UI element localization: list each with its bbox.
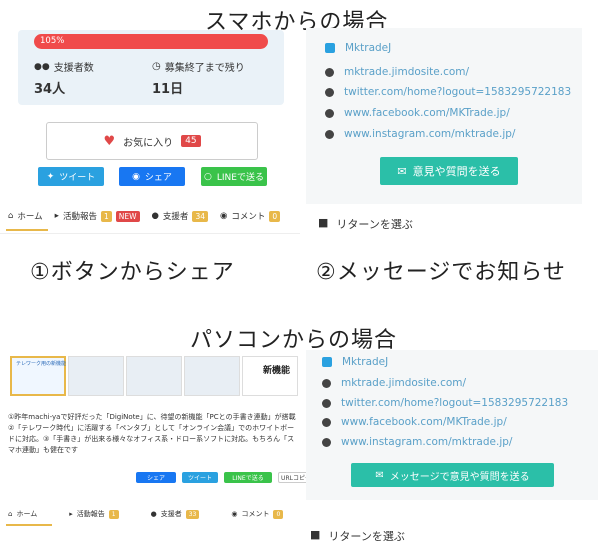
comment-icon: ◉	[231, 510, 238, 518]
pc-facebook-share-button[interactable]: シェア	[136, 472, 176, 483]
comment-icon: ◉	[219, 211, 228, 221]
pc-tab-comments[interactable]: ◉ コメント 0	[231, 509, 284, 519]
thumbnail-2[interactable]	[68, 356, 124, 396]
pc-instagram-link[interactable]: www.instagram.com/mktrade.jp/	[322, 436, 512, 448]
twitter-icon	[325, 43, 335, 53]
facebook-link[interactable]: www.facebook.com/MKTrade.jp/	[325, 107, 510, 119]
twitter-link-row[interactable]: MktradeJ	[325, 42, 391, 54]
days-value: 11日	[152, 82, 184, 97]
thumbnail-3[interactable]	[126, 356, 182, 396]
pc-facebook-link[interactable]: www.facebook.com/MKTrade.jp/	[322, 416, 507, 428]
twitter-url-link[interactable]: twitter.com/home?logout=1583295722183	[325, 86, 571, 98]
pc-line-share-button[interactable]: LINEで送る	[224, 472, 272, 483]
line-share-button[interactable]: ○ LINEで送る	[201, 167, 267, 186]
tweet-label: ツイート	[59, 173, 96, 183]
megaphone-icon: ▸	[69, 510, 73, 518]
progress-label: 105%	[40, 36, 65, 46]
pc-tweet-button[interactable]: ツイート	[182, 472, 218, 483]
pc-description: ①昨年machi-yaで好評だった「DigiNote」に、待望の新機能「PCとの…	[8, 413, 303, 454]
favorite-label: お気に入り	[123, 137, 174, 149]
divider	[0, 233, 300, 234]
globe-icon	[325, 67, 334, 77]
caption-message: ②メッセージでお知らせ	[316, 260, 566, 285]
heart-icon: ♥	[103, 133, 116, 149]
users-icon: ●	[151, 211, 159, 221]
globe-icon	[325, 108, 334, 118]
home-icon: ⌂	[8, 510, 13, 518]
pc-tab-home[interactable]: ⌂ ホーム	[8, 509, 37, 519]
globe-icon	[322, 437, 331, 447]
globe-icon	[325, 129, 334, 139]
users-icon: ●●	[34, 61, 50, 72]
pc-twitter-link-row[interactable]: MktradeJ	[322, 356, 388, 368]
envelope-icon: ✉	[397, 164, 407, 178]
time-left-label: 募集終了まで残り	[164, 63, 245, 74]
return-select-pc[interactable]: ■ リターンを選ぶ	[310, 528, 405, 544]
send-message-button[interactable]: ✉ 意見や質問を送る	[380, 157, 518, 185]
tab-reports[interactable]: ▸ 活動報告 1 NEW	[55, 210, 140, 222]
supporters-label-row: ●● 支援者数	[34, 59, 94, 75]
thumbnail-1[interactable]: テレワーク用の新機能	[10, 356, 66, 396]
twitter-icon	[322, 357, 332, 367]
share-label: シェア	[144, 173, 172, 183]
pc-tab-underline	[6, 524, 52, 526]
line-icon: ○	[204, 171, 212, 182]
facebook-icon: ◉	[132, 171, 140, 182]
pc-tab-supporters[interactable]: ● 支援者 33	[151, 509, 200, 519]
progress-bar: 105%	[34, 34, 268, 49]
tweet-button[interactable]: ✦ ツイート	[38, 167, 104, 186]
home-icon: ⌂	[8, 211, 14, 221]
globe-icon	[322, 378, 331, 388]
line-label: LINEで送る	[216, 173, 264, 183]
thumbnail-5[interactable]: 新機能	[242, 356, 298, 396]
favorite-count: 45	[181, 135, 201, 147]
favorite-button[interactable]: ♥ お気に入り 45	[46, 122, 258, 160]
clock-icon: ◷	[152, 61, 161, 72]
pc-tab-reports[interactable]: ▸ 活動報告 1	[69, 509, 119, 519]
pc-twitter-url-link[interactable]: twitter.com/home?logout=1583295722183	[322, 397, 568, 409]
time-left-row: ◷ 募集終了まで残り	[152, 59, 245, 74]
tab-home[interactable]: ⌂ ホーム	[8, 210, 43, 222]
gift-icon: ■	[318, 216, 329, 229]
facebook-share-button[interactable]: ◉ シェア	[119, 167, 185, 186]
mobile-tabs: ⌂ ホーム ▸ 活動報告 1 NEW ● 支援者 34 ◉ コメント 0	[8, 210, 281, 222]
users-icon: ●	[150, 510, 157, 518]
tab-comments[interactable]: ◉ コメント 0	[219, 210, 281, 222]
mobile-stats-card: 105% ●● 支援者数 ◷ 募集終了まで残り 34人 11日	[18, 30, 284, 105]
return-select-mobile[interactable]: ■ リターンを選ぶ	[318, 216, 413, 232]
instagram-link[interactable]: www.instagram.com/mktrade.jp/	[325, 128, 515, 140]
tab-underline	[6, 229, 48, 231]
thumbnail-4[interactable]	[184, 356, 240, 396]
megaphone-icon: ▸	[54, 211, 59, 221]
caption-share: ①ボタンからシェア	[30, 260, 235, 285]
globe-icon	[325, 87, 334, 97]
pc-share-buttons: シェア ツイート LINEで送る URLコピー	[136, 472, 314, 483]
supporters-value: 34人	[34, 82, 66, 97]
globe-icon	[322, 417, 331, 427]
envelope-icon: ✉	[375, 469, 384, 481]
pc-send-message-button[interactable]: ✉ メッセージで意見や質問を送る	[351, 463, 554, 487]
supporters-label: 支援者数	[53, 63, 94, 74]
pc-tabs: ⌂ ホーム ▸ 活動報告 1 ● 支援者 33 ◉ コメント 0	[8, 509, 284, 519]
pc-website-link[interactable]: mktrade.jimdosite.com/	[322, 377, 466, 389]
twitter-icon: ✦	[46, 171, 55, 182]
website-link[interactable]: mktrade.jimdosite.com/	[325, 66, 469, 78]
globe-icon	[322, 398, 331, 408]
gift-icon: ■	[310, 528, 321, 541]
tab-supporters[interactable]: ● 支援者 34	[152, 210, 208, 222]
